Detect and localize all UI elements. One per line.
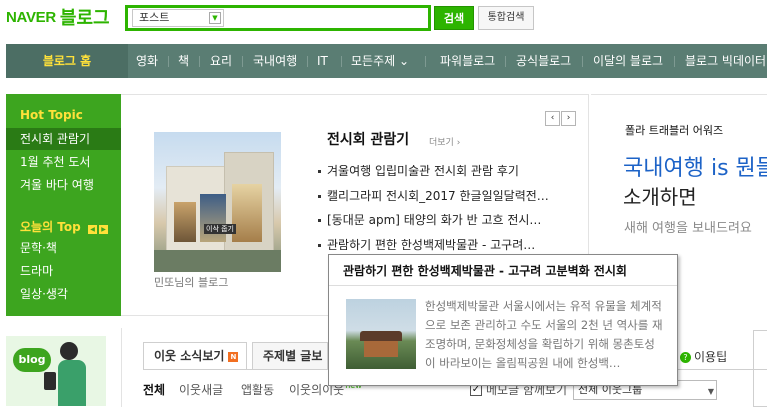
bullet-icon	[318, 219, 321, 222]
bullet-icon	[318, 170, 321, 173]
chevron-right-icon[interactable]: ▶	[99, 225, 108, 234]
blog-logo-text: 블로그	[59, 8, 110, 29]
post-list-item[interactable]: 겨울여행 입립미술관 전시회 관람 후기	[318, 162, 519, 179]
photo-banner-text: 이삭 줍기	[204, 224, 236, 234]
tab-topic-posts[interactable]: 주제별 글보	[252, 342, 328, 370]
popup-thumbnail	[346, 299, 416, 369]
today-item-daily-thoughts[interactable]: 일상·생각	[6, 283, 121, 305]
chevron-left-icon[interactable]: ◀	[88, 225, 97, 234]
post-title: 관람하기 편한 한성백제박물관 - 고구려…	[327, 238, 536, 252]
nav-divider	[674, 56, 675, 67]
card-pager: ‹ ›	[545, 109, 577, 126]
post-list-item[interactable]: 관람하기 편한 한성백제박물관 - 고구려…	[318, 236, 535, 253]
nav-divider	[505, 56, 506, 67]
topic-item-january-books[interactable]: 1월 추천 도서	[6, 151, 121, 173]
filter-neighbor-posts[interactable]: 이웃새글	[179, 381, 223, 398]
nav-blog-home[interactable]: 블로그 홈	[6, 44, 128, 78]
filter-app-activity[interactable]: 앱활동	[241, 381, 274, 398]
photo-poster	[200, 194, 226, 242]
card-heading[interactable]: 전시회 관람기	[327, 129, 409, 149]
nav-item-cooking[interactable]: 요리	[210, 44, 232, 78]
topic-item-exhibition[interactable]: 전시회 관람기	[6, 128, 121, 150]
help-icon: ?	[680, 352, 691, 363]
post-list-item[interactable]: 캘리그라피 전시회_2017 한글일일달력전…	[318, 187, 549, 204]
promo-figure-body	[58, 360, 86, 406]
today-top-pager: ◀ ▶	[88, 220, 110, 234]
chevron-down-icon: ▼	[707, 387, 714, 396]
hot-topic-panel: Hot Topic 전시회 관람기 1월 추천 도서 겨울 바다 여행 오늘의 …	[6, 94, 121, 316]
nav-divider	[199, 56, 200, 67]
popup-excerpt: 한성백제박물관 서울시에서는 유적 유물을 체계적으로 보존 관리하고 수도 서…	[425, 299, 663, 370]
exhibition-photo[interactable]: 이삭 줍기	[154, 132, 281, 272]
main-nav: 블로그 홈 영화 책 요리 국내여행 IT 모든주제 ⌄ 파워블로그 공식블로그…	[6, 44, 767, 78]
naver-blog-logo[interactable]: NAVER 블로그	[6, 6, 110, 29]
thumb-hall	[364, 341, 398, 357]
new-badge: N	[228, 351, 239, 362]
search-button[interactable]: 검색	[434, 6, 474, 30]
tab-label: 주제별 글보	[263, 349, 323, 363]
nav-divider	[425, 56, 426, 67]
more-link[interactable]: 더보기 ›	[429, 135, 460, 148]
post-title: 캘리그라피 전시회_2017 한글일일달력전…	[327, 189, 549, 203]
nav-divider	[341, 56, 342, 67]
post-preview-popup[interactable]: 관람하기 편한 한성백제박물관 - 고구려 고분벽화 전시회 한성백제박물관 서…	[328, 254, 678, 386]
blog-speech-bubble: blog	[13, 348, 51, 372]
hot-topic-title: Hot Topic	[20, 108, 83, 122]
photo-caption[interactable]: 민또님의 블로그	[154, 274, 228, 290]
nav-divider	[582, 56, 583, 67]
tab-neighbor-news[interactable]: 이웃 소식보기 N	[143, 342, 247, 370]
usage-tip-link[interactable]: ? 이용팁	[680, 348, 727, 365]
photo-poster	[232, 184, 262, 242]
post-title: [동대문 apm] 태양의 화가 반 고흐 전시…	[327, 213, 542, 227]
post-list-item[interactable]: [동대문 apm] 태양의 화가 반 고흐 전시…	[318, 211, 541, 228]
nav-item-book[interactable]: 책	[178, 44, 189, 78]
integrated-search-button[interactable]: 통합검색	[478, 6, 534, 30]
photo-ground	[154, 250, 281, 272]
popup-divider	[329, 285, 677, 286]
naver-logo-text: NAVER	[6, 8, 56, 26]
nav-item-blog-bigdata[interactable]: 블로그 빅데이터	[685, 44, 766, 78]
chevron-down-icon: ▼	[209, 12, 221, 24]
ad-brand: 폴라 트래블러 어워즈	[625, 124, 724, 137]
today-item-drama[interactable]: 드라마	[6, 260, 121, 282]
nav-item-blog-of-month[interactable]: 이달의 블로그	[593, 44, 663, 78]
photo-poster	[174, 202, 196, 242]
tip-label: 이용팁	[694, 350, 728, 364]
nav-item-power-blog[interactable]: 파워블로그	[440, 44, 495, 78]
next-page-button[interactable]: ›	[561, 111, 576, 126]
nav-divider	[307, 56, 308, 67]
tab-label: 이웃 소식보기	[154, 349, 225, 363]
filter-all[interactable]: 전체	[143, 381, 165, 398]
today-top-title: 오늘의 Top	[20, 220, 81, 234]
topic-item-winter-sea[interactable]: 겨울 바다 여행	[6, 174, 121, 196]
prev-page-button[interactable]: ‹	[545, 111, 560, 126]
promo-figure-head	[60, 342, 78, 360]
search-scope-select[interactable]: 포스트 ▼	[132, 9, 224, 27]
nav-item-movie[interactable]: 영화	[136, 44, 158, 78]
ad-headline: 국내여행 is 뭔들	[623, 156, 767, 181]
ad-description: 새해 여행을 보내드려요	[624, 221, 752, 236]
bullet-icon	[318, 244, 321, 247]
popup-title: 관람하기 편한 한성백제박물관 - 고구려 고분벽화 전시회	[343, 264, 627, 278]
nav-item-domestic-travel[interactable]: 국내여행	[253, 44, 297, 78]
divider	[121, 328, 122, 407]
nav-item-all-topics[interactable]: 모든주제 ⌄	[351, 44, 409, 78]
nav-item-official-blog[interactable]: 공식블로그	[516, 44, 571, 78]
phone-icon	[44, 372, 56, 390]
post-title: 겨울여행 입립미술관 전시회 관람 후기	[327, 164, 519, 178]
bullet-icon	[318, 195, 321, 198]
nav-divider	[242, 56, 243, 67]
nav-divider	[168, 56, 169, 67]
nav-item-it[interactable]: IT	[317, 44, 328, 78]
today-item-literature[interactable]: 문학·책	[6, 237, 121, 259]
ad-subheadline: 소개하면	[623, 185, 697, 209]
thumb-roof	[360, 331, 402, 341]
search-input[interactable]: 포스트 ▼	[125, 5, 431, 31]
search-scope-value: 포스트	[139, 11, 170, 24]
